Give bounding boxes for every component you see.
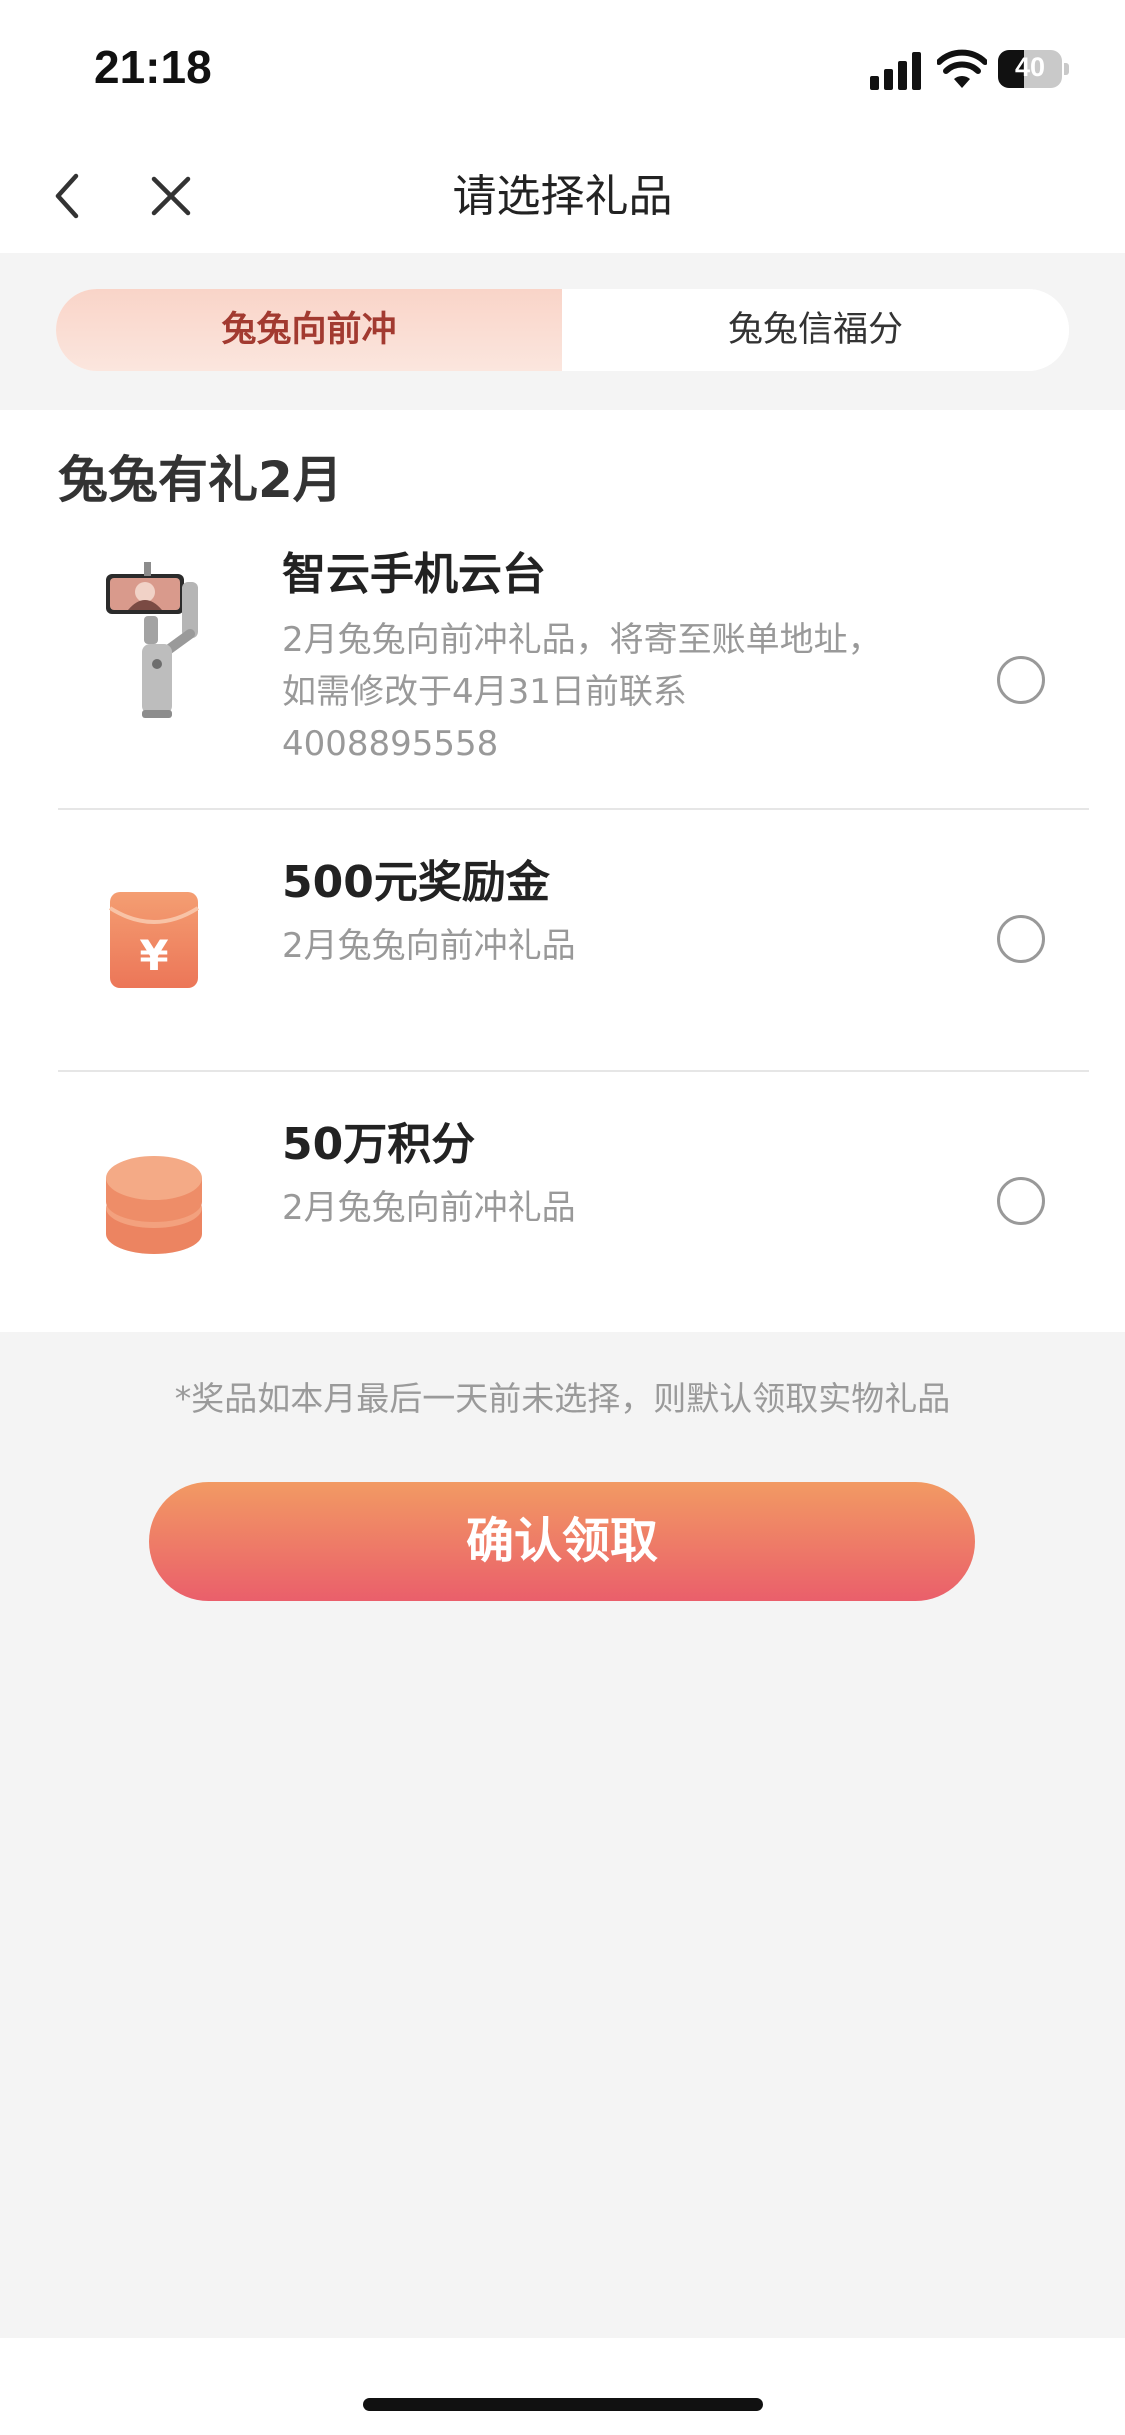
confirm-claim-button[interactable]: 确认领取 — [149, 1482, 975, 1601]
tab-switcher: 兔兔向前冲 兔兔信福分 — [56, 289, 1069, 371]
gift-title: 500元奖励金 — [282, 857, 550, 908]
select-radio-gimbal[interactable] — [997, 656, 1045, 704]
select-radio-reward-cash[interactable] — [997, 915, 1045, 963]
battery-icon: 40 — [998, 50, 1069, 88]
cellular-signal-icon — [870, 52, 922, 90]
wifi-icon — [937, 49, 987, 88]
gift-item-points[interactable]: 50万积分 2月兔兔向前冲礼品 — [0, 1072, 1125, 1332]
page-title: 请选择礼品 — [452, 171, 673, 222]
gift-title: 智云手机云台 — [282, 549, 546, 600]
default-gift-notice: *奖品如本月最后一天前未选择，则默认领取实物礼品 — [174, 1379, 951, 1418]
gift-title: 50万积分 — [282, 1119, 476, 1170]
gift-description: 2月兔兔向前冲礼品 — [282, 926, 576, 966]
battery-level: 40 — [1014, 52, 1046, 82]
gift-description: 2月兔兔向前冲礼品，将寄至账单地址，如需修改于4月31日前联系400889555… — [282, 620, 882, 764]
red-envelope-yen-icon: ¥ — [108, 892, 200, 988]
select-radio-points[interactable] — [997, 1177, 1045, 1225]
home-indicator[interactable] — [363, 2398, 763, 2411]
gift-description: 2月兔兔向前冲礼品 — [282, 1188, 576, 1228]
gift-list-card: 兔兔有礼2月 智云手机云台 2月兔兔向前冲礼品，将寄至账单地址，如需修改于4月3… — [0, 410, 1125, 1332]
coin-stack-icon — [106, 1156, 202, 1254]
tab-tutu-forward[interactable]: 兔兔向前冲 — [56, 289, 562, 371]
gift-item-reward-cash[interactable]: ¥ 500元奖励金 2月兔兔向前冲礼品 — [0, 810, 1125, 1070]
svg-text:¥: ¥ — [139, 931, 168, 980]
home-indicator-area — [0, 2338, 1125, 2435]
tab-bar-container: 兔兔向前冲 兔兔信福分 — [0, 253, 1125, 410]
section-title: 兔兔有礼2月 — [58, 451, 343, 509]
gift-item-gimbal[interactable]: 智云手机云台 2月兔兔向前冲礼品，将寄至账单地址，如需修改于4月31日前联系40… — [0, 530, 1125, 820]
status-bar: 21:18 40 — [0, 0, 1125, 140]
phone-gimbal-image — [106, 562, 198, 718]
nav-bar: 请选择礼品 — [0, 140, 1125, 253]
tab-tutu-credit-points[interactable]: 兔兔信福分 — [562, 289, 1069, 371]
status-time: 21:18 — [94, 41, 212, 93]
